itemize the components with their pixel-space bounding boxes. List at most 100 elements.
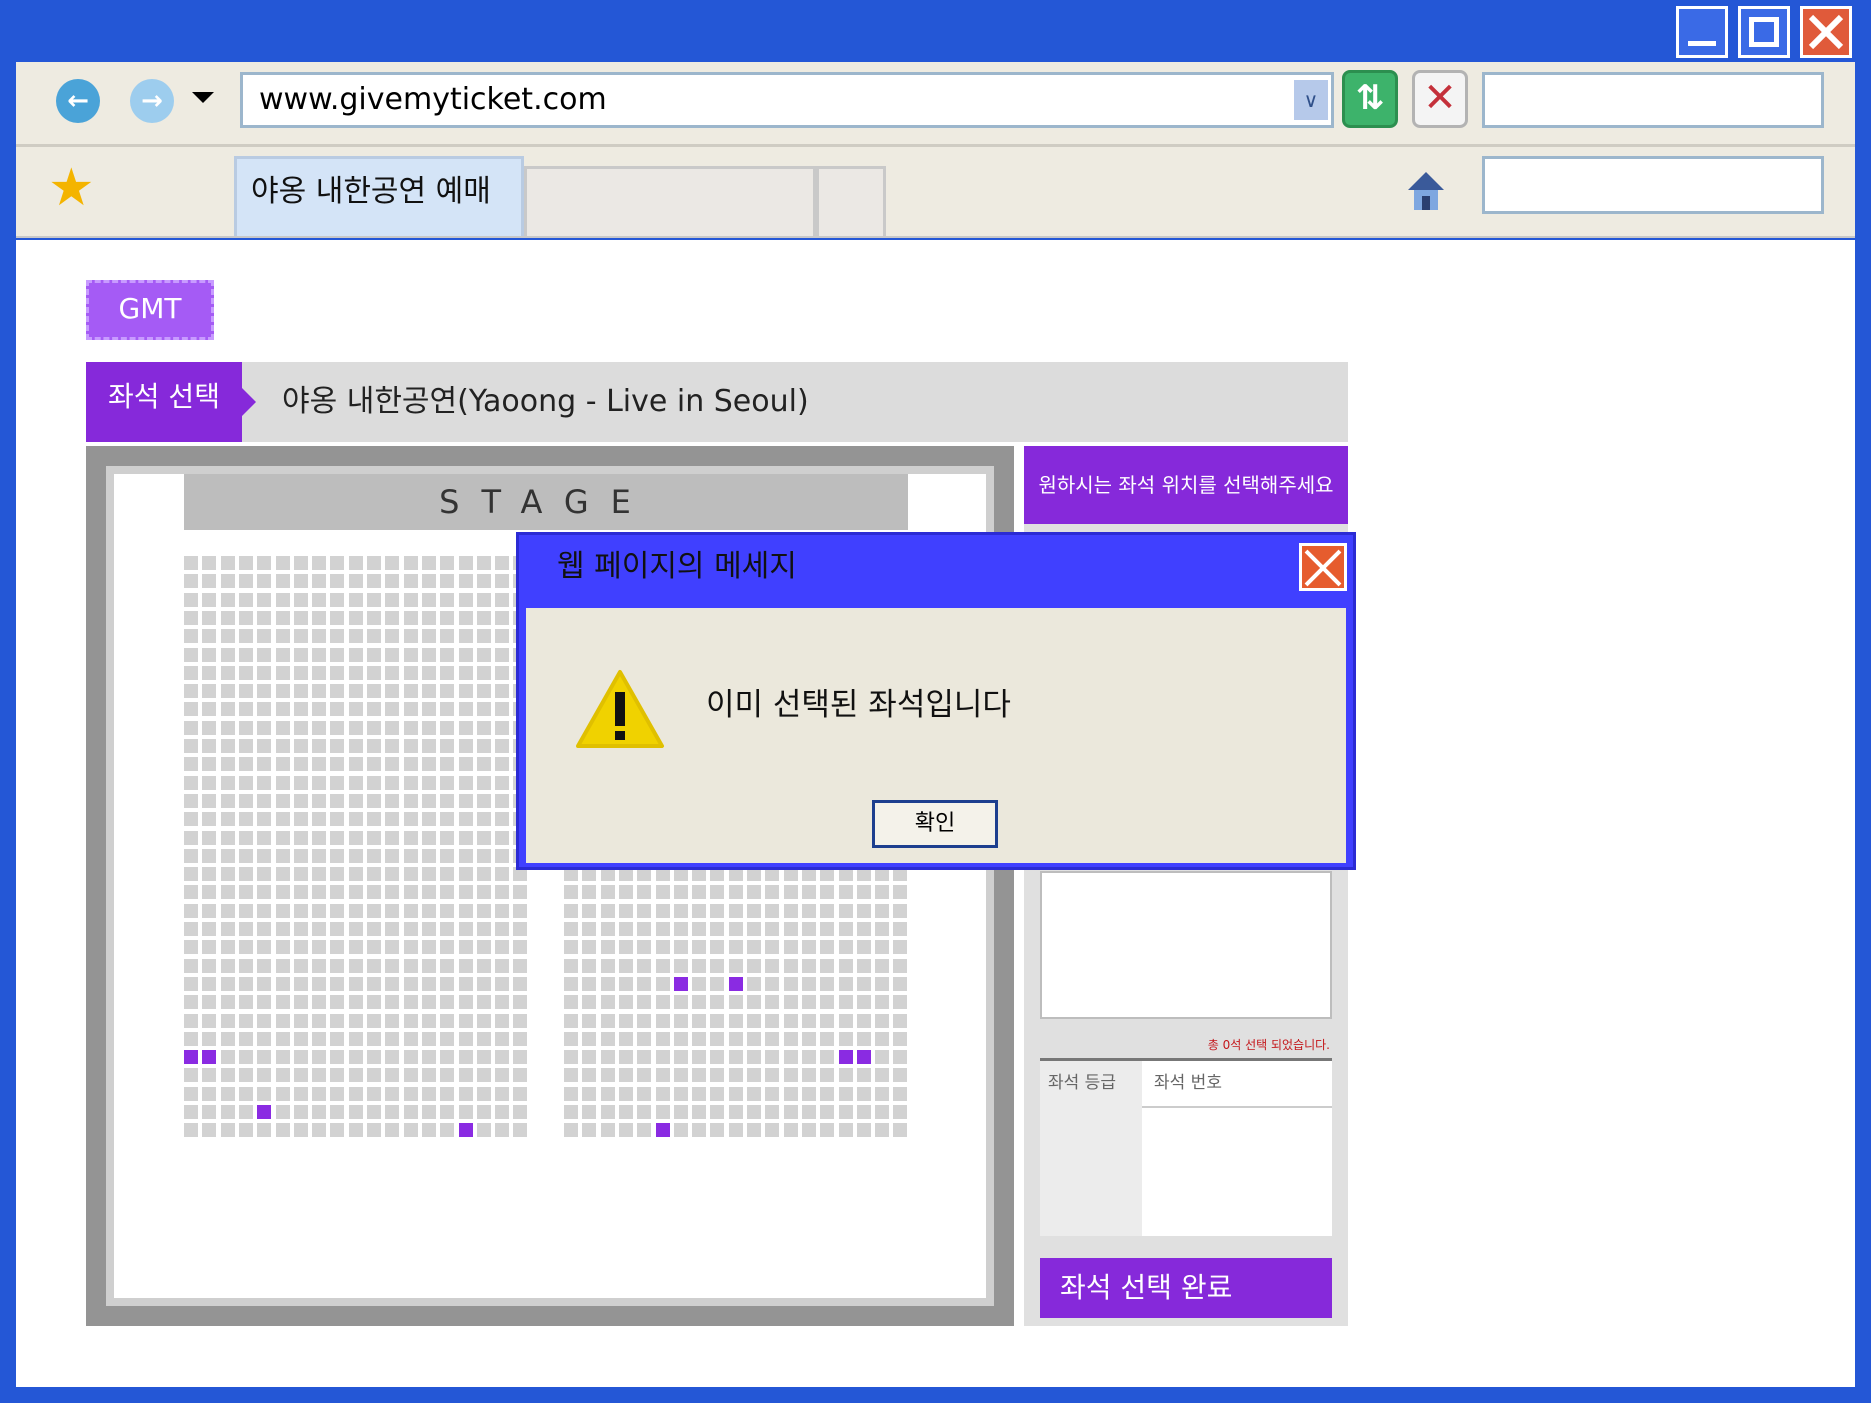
seat[interactable] — [856, 903, 871, 918]
seat[interactable] — [293, 1086, 308, 1101]
seat[interactable] — [238, 1123, 253, 1138]
seat[interactable] — [893, 1123, 908, 1138]
seat[interactable] — [710, 1031, 725, 1046]
seat[interactable] — [238, 739, 253, 753]
seat[interactable] — [330, 830, 345, 845]
seat[interactable] — [673, 1031, 688, 1046]
seat[interactable] — [637, 1013, 652, 1028]
seat[interactable] — [403, 610, 418, 625]
seat[interactable] — [893, 995, 908, 1010]
seat[interactable] — [728, 1068, 743, 1083]
seat[interactable] — [820, 976, 835, 991]
seat[interactable] — [348, 1123, 363, 1138]
seat[interactable] — [403, 629, 418, 644]
seat[interactable] — [458, 976, 473, 991]
seat[interactable] — [421, 757, 436, 772]
seat[interactable] — [257, 1031, 272, 1046]
seat[interactable] — [801, 940, 816, 955]
seat[interactable] — [495, 830, 510, 845]
seat[interactable] — [184, 757, 198, 772]
seat[interactable] — [893, 976, 908, 991]
seat[interactable] — [421, 885, 436, 900]
seat[interactable] — [385, 574, 400, 589]
seat[interactable] — [312, 885, 327, 900]
seat[interactable] — [385, 720, 400, 735]
seat[interactable] — [275, 976, 290, 991]
seat[interactable] — [801, 922, 816, 936]
seat[interactable] — [330, 556, 345, 570]
seat[interactable] — [747, 958, 761, 973]
seat[interactable] — [476, 1068, 491, 1083]
seat[interactable] — [348, 574, 363, 589]
seat[interactable] — [293, 848, 308, 863]
seat[interactable] — [476, 739, 491, 753]
seat[interactable] — [220, 1068, 235, 1083]
seat[interactable] — [330, 665, 345, 680]
seat[interactable] — [710, 1086, 725, 1101]
seat[interactable] — [600, 1105, 615, 1119]
seat[interactable] — [403, 1013, 418, 1028]
seat[interactable] — [184, 903, 198, 918]
seat[interactable] — [238, 556, 253, 570]
seat[interactable] — [293, 940, 308, 955]
seat[interactable] — [875, 1031, 890, 1046]
seat[interactable] — [312, 702, 327, 717]
seat[interactable] — [440, 793, 455, 808]
seat[interactable] — [257, 610, 272, 625]
seat[interactable] — [330, 995, 345, 1010]
seat[interactable] — [293, 665, 308, 680]
seat[interactable] — [312, 830, 327, 845]
seat[interactable] — [348, 885, 363, 900]
seat[interactable] — [238, 940, 253, 955]
seat[interactable] — [673, 1068, 688, 1083]
seat[interactable] — [348, 903, 363, 918]
seat[interactable] — [403, 848, 418, 863]
seat[interactable] — [403, 793, 418, 808]
seat[interactable] — [637, 1123, 652, 1138]
seat[interactable] — [257, 995, 272, 1010]
seat[interactable] — [440, 995, 455, 1010]
seat[interactable] — [238, 903, 253, 918]
seat[interactable] — [312, 1050, 327, 1065]
seat[interactable] — [275, 1013, 290, 1028]
seat[interactable] — [820, 1031, 835, 1046]
seat[interactable] — [476, 556, 491, 570]
seat[interactable] — [220, 1050, 235, 1065]
seat[interactable] — [403, 903, 418, 918]
seat[interactable] — [618, 1013, 633, 1028]
seat[interactable] — [367, 940, 381, 955]
seat[interactable] — [783, 922, 798, 936]
seat[interactable] — [421, 940, 436, 955]
seat[interactable] — [440, 1068, 455, 1083]
seat[interactable] — [582, 940, 597, 955]
seat[interactable] — [495, 812, 510, 827]
seat[interactable] — [385, 665, 400, 680]
seat[interactable] — [220, 793, 235, 808]
seat[interactable] — [692, 976, 707, 991]
seat[interactable] — [875, 1105, 890, 1119]
seat[interactable] — [440, 665, 455, 680]
seat[interactable] — [367, 867, 381, 882]
seat[interactable] — [801, 885, 816, 900]
seat[interactable] — [783, 1105, 798, 1119]
seat[interactable] — [385, 958, 400, 973]
seat[interactable] — [238, 1068, 253, 1083]
seat[interactable] — [293, 1031, 308, 1046]
seat[interactable] — [783, 1050, 798, 1065]
seat[interactable] — [238, 958, 253, 973]
seat[interactable] — [618, 922, 633, 936]
seat[interactable] — [747, 1086, 761, 1101]
seat[interactable] — [495, 610, 510, 625]
seat[interactable] — [875, 976, 890, 991]
seat[interactable] — [440, 702, 455, 717]
seat[interactable] — [421, 629, 436, 644]
seat[interactable] — [348, 1031, 363, 1046]
seat[interactable] — [421, 665, 436, 680]
seat[interactable] — [838, 1068, 853, 1083]
seat[interactable] — [348, 976, 363, 991]
seat[interactable] — [893, 1031, 908, 1046]
seat[interactable] — [330, 757, 345, 772]
seat[interactable] — [220, 958, 235, 973]
seat[interactable] — [820, 958, 835, 973]
seat[interactable] — [476, 720, 491, 735]
